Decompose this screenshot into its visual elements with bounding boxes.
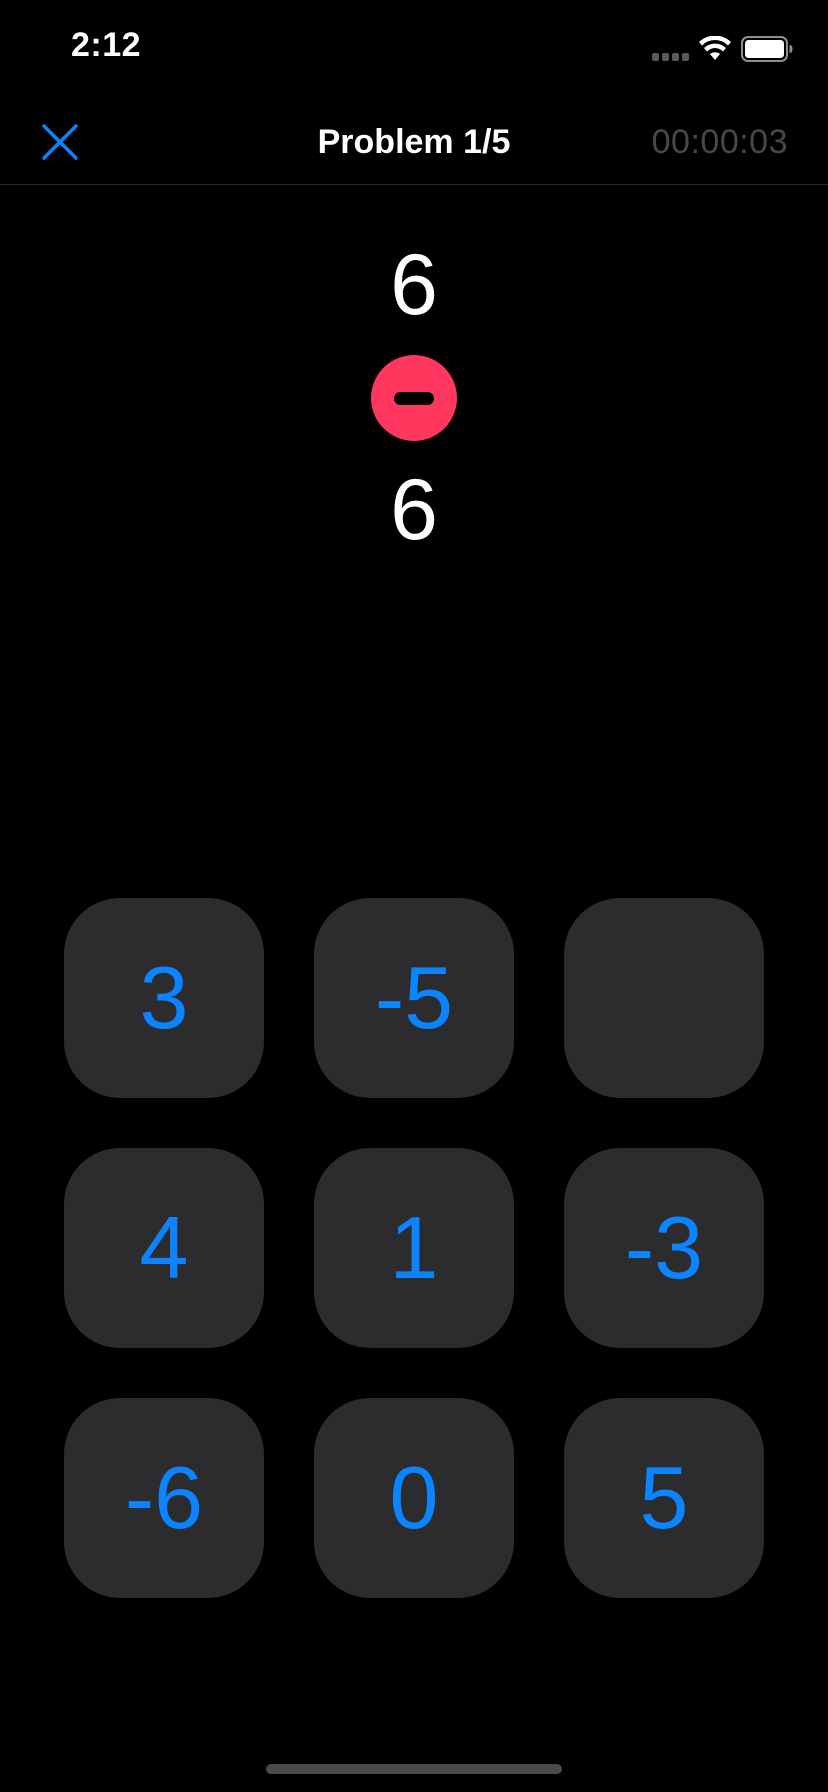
- nav-bar: Problem 1/5 00:00:03: [0, 100, 828, 185]
- operand-top: 6: [390, 237, 438, 333]
- close-button[interactable]: [32, 114, 88, 170]
- minus-operator: [371, 355, 457, 441]
- answer-button[interactable]: 3: [64, 898, 264, 1098]
- wifi-icon: [699, 36, 731, 60]
- answer-button[interactable]: 1: [314, 1148, 514, 1348]
- home-indicator[interactable]: [266, 1764, 562, 1774]
- signal-icon: [652, 53, 689, 61]
- close-icon: [42, 124, 78, 160]
- answer-button[interactable]: -3: [564, 1148, 764, 1348]
- answer-button[interactable]: -5: [314, 898, 514, 1098]
- status-time: 2:12: [71, 26, 142, 64]
- answer-button[interactable]: 4: [64, 1148, 264, 1348]
- answer-button[interactable]: 0: [314, 1398, 514, 1598]
- battery-icon: [741, 36, 793, 62]
- answer-keypad: 3 -5 4 1 -3 -6 0 5: [64, 898, 764, 1598]
- operand-bottom: 6: [390, 462, 438, 558]
- answer-button-empty[interactable]: [564, 898, 764, 1098]
- elapsed-timer: 00:00:03: [651, 123, 788, 161]
- status-bar: 2:12: [0, 0, 828, 100]
- minus-icon: [394, 391, 434, 405]
- answer-button[interactable]: -6: [64, 1398, 264, 1598]
- answer-button[interactable]: 5: [564, 1398, 764, 1598]
